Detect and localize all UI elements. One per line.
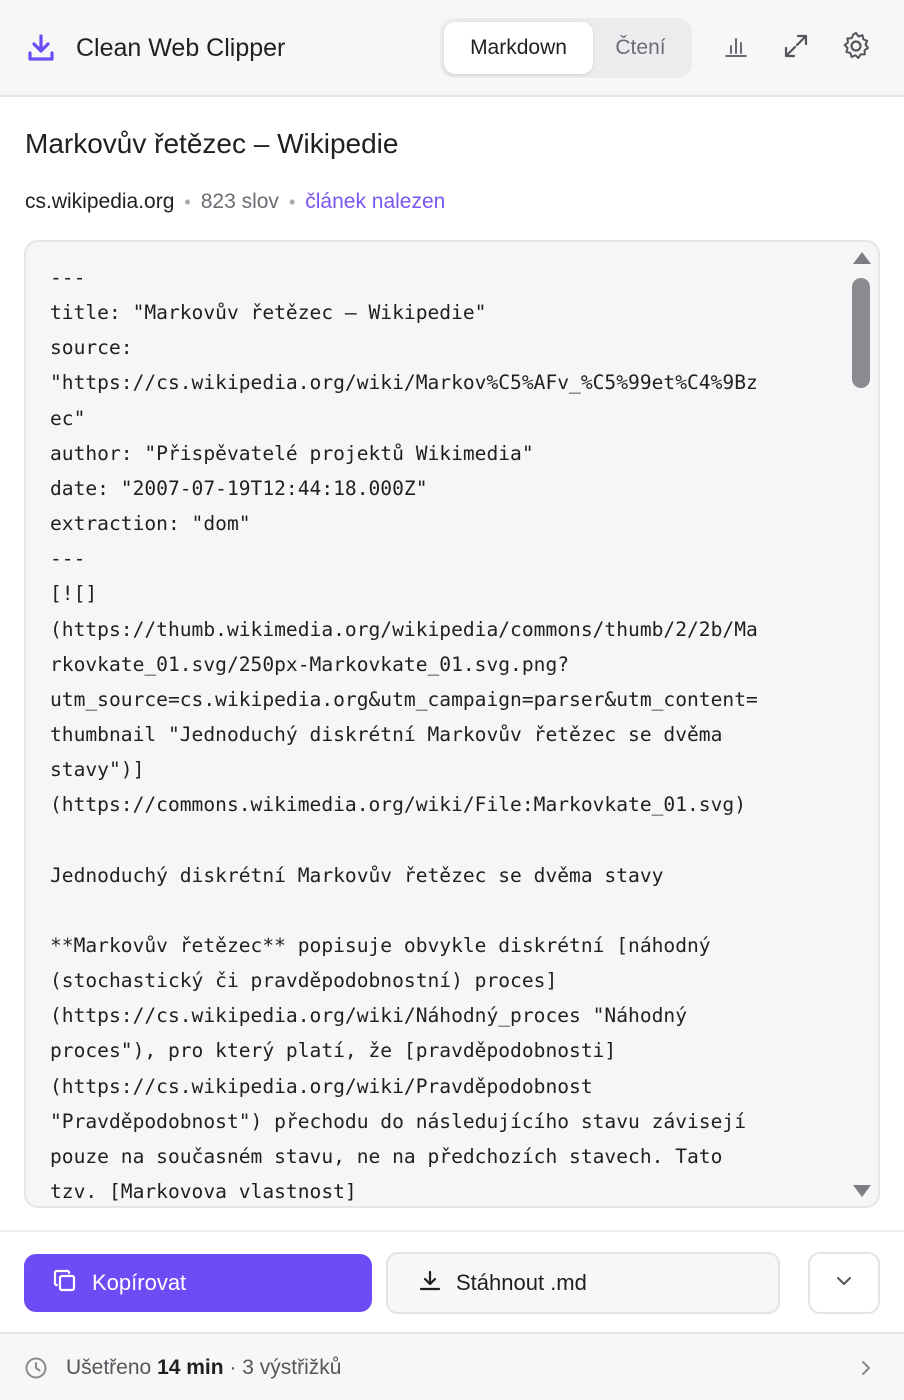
code-line: pouze na současném stavu, ne na předchoz… bbox=[50, 1144, 723, 1168]
copy-icon bbox=[24, 1268, 78, 1299]
clock-icon bbox=[24, 1356, 48, 1385]
word-count: 823 slov bbox=[200, 190, 279, 213]
view-mode-switch: Markdown Čtení bbox=[440, 18, 692, 78]
expand-button[interactable] bbox=[776, 28, 816, 68]
brand: Clean Web Clipper bbox=[26, 30, 285, 66]
markdown-content[interactable]: --- title: "Markovův řetězec – Wikipedie"… bbox=[50, 260, 840, 1206]
code-line: (https://cs.wikipedia.org/wiki/Pravděpod… bbox=[50, 1074, 593, 1098]
code-line: [![] bbox=[50, 582, 98, 606]
code-line: title: "Markovův řetězec – Wikipedie" bbox=[50, 301, 487, 325]
scroll-down-arrow-icon[interactable] bbox=[853, 1185, 871, 1197]
settings-button[interactable] bbox=[836, 28, 876, 68]
saved-summary: Ušetřeno 14 min · 3 výstřižků bbox=[66, 1352, 341, 1384]
tab-markdown[interactable]: Markdown bbox=[444, 22, 593, 74]
code-line: (stochastický či pravděpodobnostní) proc… bbox=[50, 969, 558, 993]
app-title: Clean Web Clipper bbox=[76, 34, 286, 62]
extraction-status: článek nalezen bbox=[305, 190, 446, 213]
download-md-button[interactable]: Stáhnout .md bbox=[386, 1252, 780, 1314]
code-line: (https://commons.wikimedia.org/wiki/File… bbox=[50, 793, 746, 817]
tab-reading[interactable]: Čtení bbox=[593, 22, 688, 74]
code-line: --- bbox=[50, 266, 86, 289]
code-line: **Markovův řetězec** popisuje obvykle di… bbox=[50, 933, 711, 957]
markdown-editor[interactable]: --- title: "Markovův řetězec – Wikipedie"… bbox=[24, 240, 880, 1208]
saved-prefix: Ušetřeno bbox=[66, 1356, 152, 1379]
clips-count: · 3 výstřižků bbox=[229, 1356, 342, 1379]
saved-time: 14 min bbox=[157, 1356, 224, 1379]
scroll-up-arrow-icon[interactable] bbox=[853, 252, 871, 264]
source-domain: cs.wikipedia.org bbox=[25, 190, 175, 213]
code-line: rkovkate_01.svg/250px-Markovkate_01.svg.… bbox=[50, 652, 570, 676]
code-line: date: "2007-07-19T12:44:18.000Z" bbox=[50, 476, 428, 500]
code-line: (https://thumb.wikimedia.org/wikipedia/c… bbox=[50, 617, 758, 641]
code-line: extraction: "dom" bbox=[50, 512, 251, 536]
code-line: stavy")] bbox=[50, 758, 145, 782]
copy-button-label: Kopírovat bbox=[92, 1270, 187, 1295]
code-line: (https://cs.wikipedia.org/wiki/Náhodný_p… bbox=[50, 1004, 688, 1028]
article-meta: cs.wikipedia.org • 823 slov • článek nal… bbox=[25, 186, 445, 218]
copy-button[interactable]: Kopírovat bbox=[24, 1254, 372, 1312]
code-line: thumbnail "Jednoduchý diskrétní Markovův… bbox=[50, 723, 723, 747]
page-title: Markovův řetězec – Wikipedie bbox=[25, 128, 399, 159]
code-line: proces"), pro který platí, že [pravděpod… bbox=[50, 1039, 617, 1063]
code-line: "https://cs.wikipedia.org/wiki/Markov%C5… bbox=[50, 371, 758, 395]
code-line: utm_source=cs.wikipedia.org&utm_campaign… bbox=[50, 687, 758, 711]
code-line: ec" bbox=[50, 406, 86, 430]
meta-separator: • bbox=[184, 192, 191, 212]
stats-button[interactable] bbox=[716, 28, 756, 68]
download-button-label: Stáhnout .md bbox=[456, 1270, 587, 1295]
code-line: author: "Přispěvatelé projektů Wikimedia… bbox=[50, 441, 534, 465]
header-bar: Clean Web Clipper Markdown Čtení bbox=[0, 0, 904, 97]
bar-chart-icon bbox=[723, 33, 749, 64]
divider bbox=[0, 1230, 904, 1232]
code-line: Jednoduchý diskrétní Markovův řetězec se… bbox=[50, 863, 664, 887]
meta-separator: • bbox=[288, 192, 296, 212]
expand-icon bbox=[782, 32, 810, 65]
editor-scrollbar[interactable] bbox=[846, 242, 876, 1206]
code-line: "Pravděpodobnost") přechodu do následují… bbox=[50, 1109, 746, 1133]
chevron-down-icon bbox=[834, 1271, 854, 1296]
download-tray-icon bbox=[26, 33, 56, 63]
gear-icon bbox=[840, 30, 872, 67]
more-options-button[interactable] bbox=[808, 1252, 880, 1314]
code-line: tzv. [Markovova vlastnost] bbox=[50, 1180, 357, 1204]
code-line: source: bbox=[50, 336, 133, 360]
download-icon bbox=[388, 1269, 442, 1298]
chevron-right-icon[interactable] bbox=[856, 1358, 876, 1383]
stats-footer[interactable]: Ušetřeno 14 min · 3 výstřižků bbox=[0, 1332, 904, 1400]
scroll-thumb[interactable] bbox=[852, 278, 870, 388]
code-line: --- bbox=[50, 547, 86, 571]
